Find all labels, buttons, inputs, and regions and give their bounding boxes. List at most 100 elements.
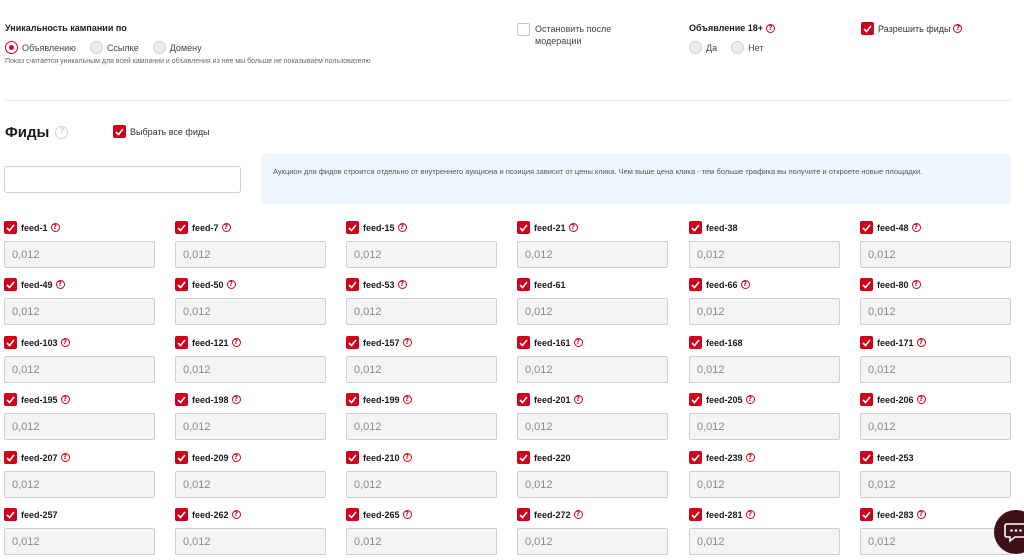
feed-checkbox[interactable]: feed-161? <box>517 335 669 350</box>
question-circle-icon[interactable]: ? <box>953 24 963 33</box>
question-circle-icon[interactable]: ? <box>568 223 578 232</box>
radio-selected-indicator[interactable] <box>5 41 18 54</box>
checkmark-icon[interactable] <box>346 508 359 521</box>
question-circle-icon[interactable]: ? <box>573 338 583 347</box>
feed-checkbox[interactable]: feed-201? <box>517 392 669 407</box>
question-circle-icon[interactable]: ? <box>221 223 231 232</box>
checkmark-icon[interactable] <box>860 393 873 406</box>
feed-checkbox[interactable]: feed-220 <box>517 450 669 465</box>
feed-checkbox[interactable]: feed-195? <box>4 392 156 407</box>
checkmark-icon[interactable] <box>689 336 702 349</box>
feed-price-input[interactable] <box>346 356 497 383</box>
checkmark-icon[interactable] <box>517 278 530 291</box>
feed-price-input[interactable] <box>689 528 840 555</box>
feed-price-input[interactable] <box>689 413 840 440</box>
checkmark-icon[interactable] <box>175 278 188 291</box>
feed-price-input[interactable] <box>346 528 497 555</box>
feed-price-input[interactable] <box>175 471 326 498</box>
feed-price-input[interactable] <box>4 528 155 555</box>
radio-yes[interactable]: Да <box>689 41 717 54</box>
feed-checkbox[interactable]: feed-199? <box>346 392 498 407</box>
checkmark-icon[interactable] <box>346 221 359 234</box>
question-circle-icon[interactable]: ? <box>50 223 60 232</box>
feed-price-input[interactable] <box>517 241 668 268</box>
feed-price-input[interactable] <box>346 298 497 325</box>
checkmark-icon[interactable] <box>517 451 530 464</box>
checkmark-icon[interactable] <box>175 221 188 234</box>
allow-feeds-checkbox[interactable]: Разрешить фиды ? <box>861 22 963 35</box>
radio-domain[interactable]: Домену <box>152 41 202 54</box>
feed-checkbox[interactable]: feed-50? <box>175 277 327 292</box>
select-all-feeds-checkbox[interactable]: Выбрать все фиды <box>113 125 210 138</box>
checkmark-icon[interactable] <box>4 278 17 291</box>
feed-checkbox[interactable]: feed-262? <box>175 507 327 522</box>
checkmark-icon[interactable] <box>689 451 702 464</box>
checkmark-icon[interactable] <box>4 508 17 521</box>
checkmark-icon[interactable] <box>113 125 126 138</box>
question-circle-icon[interactable]: ? <box>402 338 412 347</box>
checkmark-icon[interactable] <box>517 336 530 349</box>
radio-no[interactable]: Нет <box>731 41 763 54</box>
question-circle-icon[interactable]: ? <box>745 453 755 462</box>
radio-indicator[interactable] <box>731 41 745 54</box>
feed-price-input[interactable] <box>517 298 668 325</box>
question-circle-icon[interactable]: ? <box>911 280 921 289</box>
feed-price-input[interactable] <box>860 413 1011 440</box>
feed-price-input[interactable] <box>346 413 497 440</box>
checkbox-box[interactable] <box>517 23 530 36</box>
checkmark-icon[interactable] <box>860 278 873 291</box>
radio-indicator[interactable] <box>152 41 166 54</box>
question-circle-icon[interactable]: ? <box>60 395 70 404</box>
feed-checkbox[interactable]: feed-272? <box>517 507 669 522</box>
feed-checkbox[interactable]: feed-15? <box>346 220 498 235</box>
question-circle-icon[interactable]: ? <box>60 453 70 462</box>
radio-indicator[interactable] <box>89 41 103 54</box>
feed-checkbox[interactable]: feed-1? <box>4 220 156 235</box>
checkmark-icon[interactable] <box>689 508 702 521</box>
checkmark-icon[interactable] <box>689 278 702 291</box>
feed-price-input[interactable] <box>689 241 840 268</box>
checkmark-icon[interactable] <box>346 278 359 291</box>
feed-price-input[interactable] <box>4 241 155 268</box>
question-circle-icon[interactable]: ? <box>60 338 70 347</box>
question-circle-icon[interactable]: ? <box>745 510 755 519</box>
checkmark-icon[interactable] <box>860 221 873 234</box>
checkmark-icon[interactable] <box>689 393 702 406</box>
feed-checkbox[interactable]: feed-171? <box>860 335 1012 350</box>
question-circle-icon[interactable]: ? <box>231 453 241 462</box>
question-circle-icon[interactable]: ? <box>226 280 236 289</box>
feed-checkbox[interactable]: feed-198? <box>175 392 327 407</box>
feed-price-input[interactable] <box>4 413 155 440</box>
feed-checkbox[interactable]: feed-283? <box>860 507 1012 522</box>
feed-price-input[interactable] <box>860 528 1011 555</box>
feed-price-input[interactable] <box>175 356 326 383</box>
question-circle-icon[interactable]: ? <box>231 395 241 404</box>
checkmark-icon[interactable] <box>175 336 188 349</box>
question-circle-icon[interactable]: ? <box>745 395 755 404</box>
feed-checkbox[interactable]: feed-66? <box>689 277 841 292</box>
feed-checkbox[interactable]: feed-121? <box>175 335 327 350</box>
question-circle-icon[interactable]: ? <box>911 223 921 232</box>
checkmark-icon[interactable] <box>860 508 873 521</box>
feed-checkbox[interactable]: feed-38 <box>689 220 841 235</box>
radio-indicator[interactable] <box>689 41 702 54</box>
feed-price-input[interactable] <box>175 413 326 440</box>
feed-checkbox[interactable]: feed-61 <box>517 277 669 292</box>
feed-price-input[interactable] <box>4 471 155 498</box>
feed-price-input[interactable] <box>346 471 497 498</box>
feed-price-input[interactable] <box>860 471 1011 498</box>
feed-price-input[interactable] <box>517 413 668 440</box>
question-circle-icon[interactable]: ? <box>397 223 407 232</box>
feed-checkbox[interactable]: feed-257 <box>4 507 156 522</box>
feed-checkbox[interactable]: feed-210? <box>346 450 498 465</box>
question-circle-icon[interactable]: ? <box>766 23 776 33</box>
feed-checkbox[interactable]: feed-21? <box>517 220 669 235</box>
feed-price-input[interactable] <box>517 528 668 555</box>
feed-checkbox[interactable]: feed-53? <box>346 277 498 292</box>
feed-checkbox[interactable]: feed-157? <box>346 335 498 350</box>
feed-price-input[interactable] <box>860 298 1011 325</box>
question-circle-icon[interactable]: ? <box>916 510 926 519</box>
checkmark-icon[interactable] <box>175 393 188 406</box>
checkmark-icon[interactable] <box>4 393 17 406</box>
question-circle-icon[interactable]: ? <box>402 453 412 462</box>
